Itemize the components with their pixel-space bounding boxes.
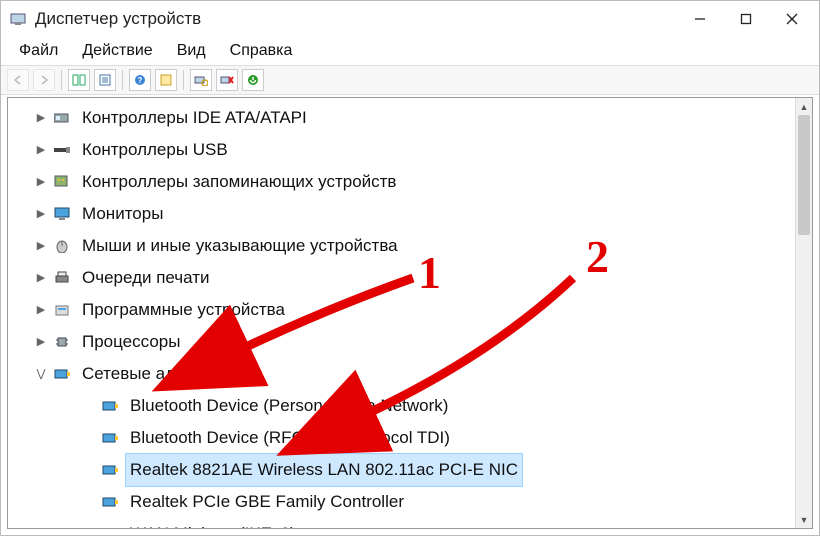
expand-icon[interactable]: ▶ — [32, 167, 50, 197]
category-monitors[interactable]: ▶ Мониторы — [28, 198, 810, 230]
enable-button[interactable] — [242, 69, 264, 91]
svg-text:?: ? — [138, 76, 143, 85]
properties-button[interactable] — [94, 69, 116, 91]
vertical-scrollbar[interactable]: ▲ ▼ — [795, 98, 812, 528]
uninstall-button[interactable] — [216, 69, 238, 91]
category-processors[interactable]: ▶ Процессоры — [28, 326, 810, 358]
category-network-adapters[interactable]: ⋁ Сетевые адаптеры — [28, 358, 810, 390]
expand-icon[interactable]: ▶ — [32, 231, 50, 261]
window-controls — [677, 3, 815, 35]
toolbar-separator — [122, 70, 123, 90]
network-device-item[interactable]: ▶ Bluetooth Device (Personal Area Networ… — [28, 390, 810, 422]
device-manager-window: Диспетчер устройств Файл Действие Вид Сп… — [0, 0, 820, 536]
device-label: Bluetooth Device (RFCOMM Protocol TDI) — [126, 422, 454, 454]
category-label: Контроллеры USB — [78, 134, 232, 166]
action-button[interactable] — [155, 69, 177, 91]
category-label: Мыши и иные указывающие устройства — [78, 230, 402, 262]
collapse-icon[interactable]: ⋁ — [32, 359, 50, 389]
tree-container: ▶ Контроллеры IDE ATA/ATAPI ▶ Контроллер… — [7, 97, 813, 529]
category-software-devices[interactable]: ▶ Программные устройства — [28, 294, 810, 326]
toolbar-separator — [61, 70, 62, 90]
software-device-icon — [52, 300, 72, 320]
category-ide-ata[interactable]: ▶ Контроллеры IDE ATA/ATAPI — [28, 102, 810, 134]
storage-controller-icon — [52, 172, 72, 192]
network-adapter-icon — [100, 428, 120, 448]
expand-icon[interactable]: ▶ — [32, 263, 50, 293]
close-button[interactable] — [769, 3, 815, 35]
maximize-button[interactable] — [723, 3, 769, 35]
category-label: Очереди печати — [78, 262, 214, 294]
expand-icon[interactable]: ▶ — [32, 103, 50, 133]
printer-icon — [52, 268, 72, 288]
expand-icon[interactable]: ▶ — [32, 295, 50, 325]
expand-icon[interactable]: ▶ — [32, 135, 50, 165]
category-label: Контроллеры запоминающих устройств — [78, 166, 400, 198]
processor-icon — [52, 332, 72, 352]
scan-button[interactable] — [190, 69, 212, 91]
network-device-item[interactable]: ▶ Realtek PCIe GBE Family Controller — [28, 486, 810, 518]
scroll-up-button[interactable]: ▲ — [796, 98, 812, 115]
app-icon — [9, 10, 27, 28]
device-label: Realtek 8821AE Wireless LAN 802.11ac PCI… — [126, 454, 522, 486]
category-label: Мониторы — [78, 198, 167, 230]
network-adapter-icon — [100, 492, 120, 512]
category-storage[interactable]: ▶ Контроллеры запоминающих устройств — [28, 166, 810, 198]
device-tree[interactable]: ▶ Контроллеры IDE ATA/ATAPI ▶ Контроллер… — [8, 98, 812, 528]
menu-help[interactable]: Справка — [218, 40, 305, 62]
network-adapter-icon — [100, 396, 120, 416]
expand-icon[interactable]: ▶ — [32, 327, 50, 357]
usb-controller-icon — [52, 140, 72, 160]
mouse-icon — [52, 236, 72, 256]
minimize-button[interactable] — [677, 3, 723, 35]
network-adapter-icon — [100, 524, 120, 528]
device-label: WAN Miniport (IKEv2) — [126, 518, 300, 528]
device-label: Bluetooth Device (Personal Area Network) — [126, 390, 452, 422]
device-label: Realtek PCIe GBE Family Controller — [126, 486, 408, 518]
category-label: Сетевые адаптеры — [78, 358, 236, 390]
help-button[interactable]: ? — [129, 69, 151, 91]
network-device-item-selected[interactable]: ▶ Realtek 8821AE Wireless LAN 802.11ac P… — [28, 454, 810, 486]
toolbar: ? — [1, 65, 819, 95]
show-hidden-button[interactable] — [68, 69, 90, 91]
titlebar: Диспетчер устройств — [1, 1, 819, 37]
category-print-queues[interactable]: ▶ Очереди печати — [28, 262, 810, 294]
scroll-thumb[interactable] — [798, 115, 810, 235]
network-device-item[interactable]: ▶ WAN Miniport (IKEv2) — [28, 518, 810, 528]
category-usb[interactable]: ▶ Контроллеры USB — [28, 134, 810, 166]
menu-file[interactable]: Файл — [7, 40, 70, 62]
menu-action[interactable]: Действие — [70, 40, 164, 62]
expand-icon[interactable]: ▶ — [32, 199, 50, 229]
category-label: Программные устройства — [78, 294, 289, 326]
ide-controller-icon — [52, 108, 72, 128]
menu-view[interactable]: Вид — [165, 40, 218, 62]
category-label: Контроллеры IDE ATA/ATAPI — [78, 102, 311, 134]
back-button — [7, 69, 29, 91]
category-label: Процессоры — [78, 326, 184, 358]
forward-button — [33, 69, 55, 91]
toolbar-separator — [183, 70, 184, 90]
monitor-icon — [52, 204, 72, 224]
network-adapter-icon — [52, 364, 72, 384]
category-mice[interactable]: ▶ Мыши и иные указывающие устройства — [28, 230, 810, 262]
network-adapter-icon — [100, 460, 120, 480]
window-title: Диспетчер устройств — [35, 9, 677, 29]
menubar: Файл Действие Вид Справка — [1, 37, 819, 65]
scroll-down-button[interactable]: ▼ — [796, 511, 812, 528]
network-device-item[interactable]: ▶ Bluetooth Device (RFCOMM Protocol TDI) — [28, 422, 810, 454]
